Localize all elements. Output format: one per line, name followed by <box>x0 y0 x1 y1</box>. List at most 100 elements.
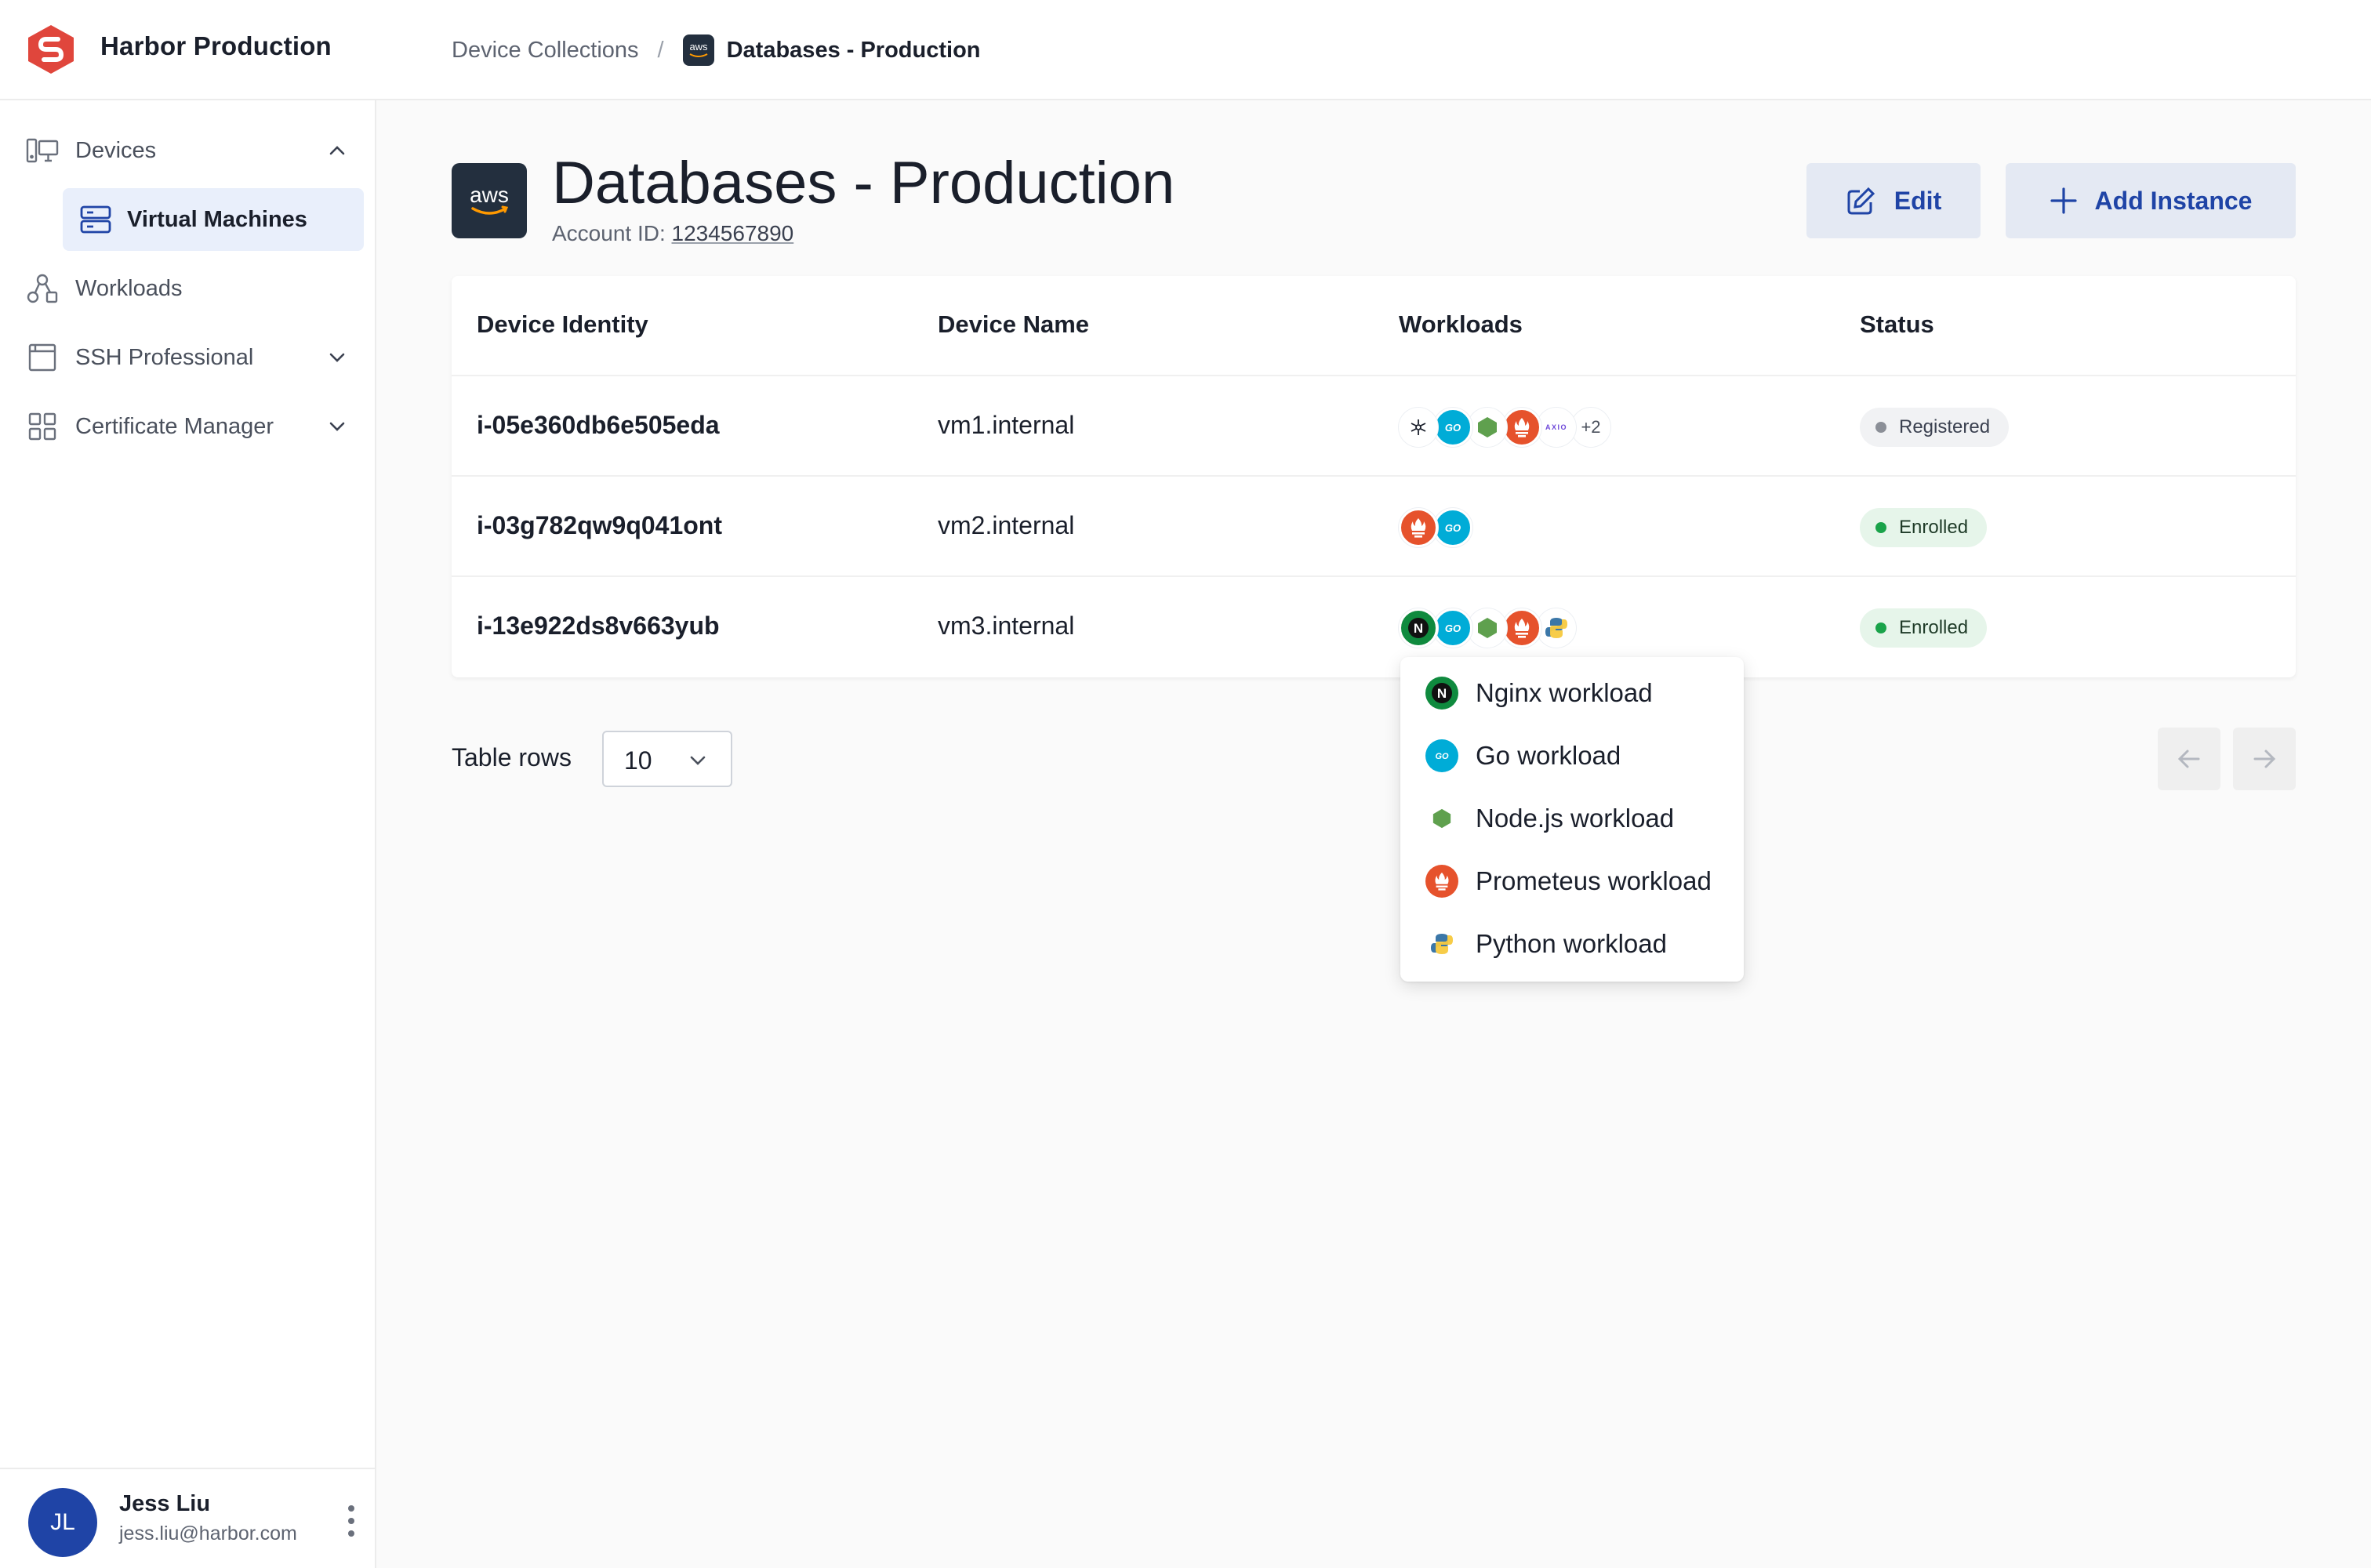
account-id-value[interactable]: 1234567890 <box>672 221 794 245</box>
device-name: vm1.internal <box>938 411 1075 439</box>
workload-icons[interactable]: N GO <box>1399 608 1576 648</box>
nodejs-icon <box>1468 608 1507 648</box>
popover-item-label: Python workload <box>1476 929 1667 958</box>
svg-text:GO: GO <box>1445 422 1461 434</box>
breadcrumb-separator: / <box>657 37 664 63</box>
axio-icon: AXIO <box>1537 408 1576 447</box>
svg-text:AXIO: AXIO <box>1545 423 1567 431</box>
svg-text:GO: GO <box>1445 622 1461 634</box>
more-workloads-badge[interactable]: +2 <box>1571 408 1610 447</box>
server-icon <box>78 202 113 237</box>
go-icon: GO <box>1433 408 1472 447</box>
top-header: Harbor Production Device Collections / a… <box>0 0 2371 100</box>
aws-logo: aws <box>452 163 527 238</box>
next-page-button[interactable] <box>2233 728 2296 790</box>
sidebar-item-label: Virtual Machines <box>127 206 307 232</box>
popover-item-prometheus[interactable]: Prometeus workload <box>1425 858 1712 905</box>
sidebar-item-certificate-manager[interactable]: Certificate Manager <box>25 395 364 458</box>
prometheus-icon <box>1425 865 1458 898</box>
sidebar: Devices Virtual Machines Workloads SSH P… <box>0 100 376 1568</box>
add-instance-button[interactable]: Add Instance <box>2006 163 2296 238</box>
breadcrumb-device-collections[interactable]: Device Collections <box>452 38 639 64</box>
app-title[interactable]: Harbor Production <box>100 31 332 61</box>
python-icon <box>1537 608 1576 648</box>
sidebar-item-devices[interactable]: Devices <box>25 119 364 182</box>
popover-item-label: Nginx workload <box>1476 678 1653 707</box>
sidebar-item-label: Workloads <box>75 275 183 301</box>
prometheus-icon <box>1502 408 1541 447</box>
sidebar-item-label: Certificate Manager <box>75 413 274 439</box>
column-header-workloads[interactable]: Workloads <box>1399 310 1523 339</box>
device-name: vm3.internal <box>938 612 1075 640</box>
nginx-icon: N <box>1399 608 1438 648</box>
devices-icon <box>25 133 60 168</box>
status-dot <box>1875 622 1886 633</box>
status-label: Enrolled <box>1899 617 1969 638</box>
user-name: Jess Liu <box>119 1491 211 1516</box>
plus-icon <box>2050 187 2077 214</box>
chevron-down-icon <box>690 756 706 765</box>
page-title: Databases - Production <box>552 150 1175 216</box>
window-icon <box>25 340 60 375</box>
device-name: vm2.internal <box>938 511 1075 539</box>
edit-button-label: Edit <box>1894 186 1942 215</box>
go-icon: GO <box>1433 608 1472 648</box>
harbor-logo-icon[interactable] <box>25 24 77 75</box>
nodejs-icon <box>1468 408 1507 447</box>
sidebar-item-workloads[interactable]: Workloads <box>25 257 364 320</box>
table-rows-select[interactable]: 10 <box>602 731 732 787</box>
avatar[interactable]: JL <box>28 1488 97 1557</box>
workloads-popover: N Nginx workload GO Go workload Node.js … <box>1400 657 1744 982</box>
status-label: Enrolled <box>1899 517 1969 538</box>
status-dot <box>1875 422 1886 433</box>
edit-button[interactable]: Edit <box>1806 163 1981 238</box>
svg-text:N: N <box>1414 621 1423 636</box>
sidebar-item-ssh-professional[interactable]: SSH Professional <box>25 326 364 389</box>
column-header-device-name[interactable]: Device Name <box>938 310 1089 339</box>
breadcrumb: Device Collections / aws Databases - Pro… <box>452 31 981 69</box>
popover-item-nodejs[interactable]: Node.js workload <box>1425 795 1674 842</box>
sidebar-item-virtual-machines[interactable]: Virtual Machines <box>63 188 364 251</box>
chevron-down-icon[interactable] <box>323 412 351 441</box>
account-id-label: Account ID: <box>552 221 666 245</box>
more-vertical-icon[interactable] <box>345 1504 358 1538</box>
account-id: Account ID: 1234567890 <box>552 221 793 246</box>
svg-text:aws: aws <box>689 41 708 53</box>
status-badge: Enrolled <box>1860 608 1988 648</box>
chevron-down-icon[interactable] <box>323 343 351 372</box>
status-badge: Enrolled <box>1860 508 1988 547</box>
user-profile[interactable]: JL Jess Liu jess.liu@harbor.com <box>0 1468 375 1568</box>
prometheus-icon <box>1399 508 1438 547</box>
workload-icons[interactable]: GO AXIO +2 <box>1399 408 1610 447</box>
table-row[interactable]: i-03g782qw9q041ont vm2.internal GO Enrol… <box>452 475 2296 575</box>
chevron-up-icon[interactable] <box>323 136 351 165</box>
arrow-right-icon <box>2253 750 2276 768</box>
popover-item-go[interactable]: GO Go workload <box>1425 732 1621 779</box>
aws-icon: aws <box>682 34 714 66</box>
table-rows-label: Table rows <box>452 743 572 771</box>
table-row[interactable]: i-05e360db6e505eda vm1.internal GO AXIO … <box>452 375 2296 475</box>
column-header-status[interactable]: Status <box>1860 310 1934 339</box>
previous-page-button[interactable] <box>2158 728 2220 790</box>
workload-icons[interactable]: GO <box>1399 508 1472 547</box>
popover-item-label: Prometeus workload <box>1476 866 1712 895</box>
python-icon <box>1425 927 1458 960</box>
popover-item-label: Node.js workload <box>1476 804 1675 833</box>
status-badge: Registered <box>1860 408 2010 447</box>
edit-icon <box>1847 187 1875 215</box>
device-identity: i-03g782qw9q041ont <box>477 511 722 539</box>
popover-item-python[interactable]: Python workload <box>1425 920 1667 967</box>
column-header-device-identity[interactable]: Device Identity <box>477 310 648 339</box>
device-identity: i-13e922ds8v663yub <box>477 612 720 640</box>
add-instance-label: Add Instance <box>2094 186 2253 215</box>
sidebar-item-label: Devices <box>75 137 157 163</box>
popover-item-label: Go workload <box>1476 741 1621 770</box>
go-icon: GO <box>1425 739 1458 772</box>
status-label: Registered <box>1899 416 1991 437</box>
popover-item-nginx[interactable]: N Nginx workload <box>1425 670 1653 717</box>
svg-text:aws: aws <box>470 183 509 207</box>
grid-icon <box>25 409 60 444</box>
table-row[interactable]: i-13e922ds8v663yub vm3.internal N GO Enr… <box>452 575 2296 676</box>
table-rows-value: 10 <box>624 746 652 775</box>
devices-table: Device Identity Device Name Workloads St… <box>452 276 2296 677</box>
